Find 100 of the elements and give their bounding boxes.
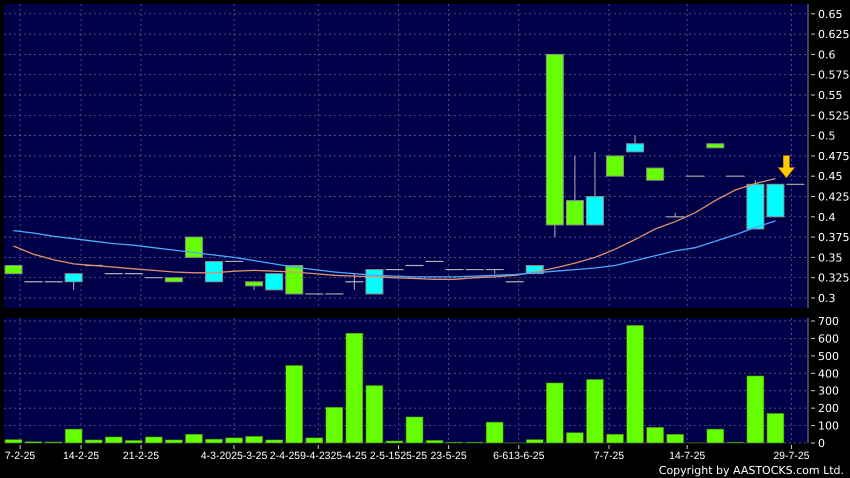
volume-bar: [165, 440, 183, 444]
axis-label: 0.575: [818, 68, 850, 82]
volume-bar: [386, 440, 404, 444]
axis-label: 0.375: [818, 231, 850, 244]
candlestick: [64, 273, 83, 290]
volume-bar: [64, 428, 82, 444]
down-arrow-icon: [778, 155, 796, 178]
volume-bar: [766, 413, 784, 444]
date-label: 14-2-25: [62, 450, 100, 462]
candlestick: [4, 265, 22, 274]
date-label: 2-4-259-4-2325-4-25: [270, 450, 367, 462]
volume-bar: [305, 437, 324, 444]
axis-label: 400: [818, 367, 839, 380]
candlestick: [666, 212, 684, 218]
candlestick: [345, 273, 364, 290]
axis-label: 0.325: [818, 272, 850, 285]
date-label: 7-2-25: [4, 450, 36, 462]
axis-label: 0.3: [818, 292, 836, 305]
volume-bar: [4, 439, 22, 444]
volume-bar: [145, 436, 163, 444]
volume-bar: [586, 379, 604, 444]
candlestick: [104, 273, 123, 274]
candlestick: [766, 184, 784, 218]
candlestick: [726, 176, 744, 177]
date-label: 29-7-25: [773, 450, 810, 462]
volume-bar: [406, 416, 424, 444]
candlestick: [265, 273, 284, 290]
volume-bar: [125, 440, 143, 444]
axis-label: 0.65: [818, 8, 842, 21]
volume-bar: [546, 382, 564, 444]
candlestick: [124, 273, 143, 274]
candlestick: [225, 260, 244, 262]
axis-label: 0.475: [818, 150, 850, 163]
candlestick: [646, 168, 664, 181]
axis-label: 0: [818, 437, 825, 450]
volume-bar: [84, 440, 102, 444]
volume-bar: [225, 437, 243, 444]
candlestick: [144, 277, 163, 278]
axis-label: 0.625: [818, 28, 850, 42]
candlestick: [44, 281, 63, 282]
volume-bar: [666, 434, 684, 444]
date-label: 23-5-25: [430, 450, 467, 462]
date-label: 4-3-2025-3-25: [200, 450, 268, 462]
volume-bar: [706, 428, 724, 444]
candlestick: [406, 264, 424, 266]
candlestick: [626, 135, 644, 152]
axis-label: 200: [818, 402, 839, 416]
candlestick: [606, 155, 624, 177]
candlestick: [506, 281, 524, 282]
candlestick: [305, 293, 324, 295]
volume-bar: [245, 436, 263, 444]
volume-bar: [205, 438, 223, 444]
volume-bar: [366, 385, 384, 444]
candlestick: [706, 143, 724, 148]
date-label: 14-7-25: [669, 450, 706, 462]
date-label: 6-613-6-25: [493, 450, 544, 462]
candlestick: [84, 264, 103, 266]
candlestick: [164, 277, 183, 282]
candlestick: [365, 269, 384, 294]
volume-bar: [646, 427, 664, 444]
volume-bar: [326, 406, 344, 444]
volume-bar: [104, 436, 123, 444]
copyright-text: Copyright by AASTOCKS.com Ltd.: [658, 464, 844, 476]
date-label: 21-2-25: [122, 450, 160, 462]
volume-bar: [24, 441, 42, 444]
axis-label: 0.45: [818, 170, 842, 184]
volume-bar: [185, 434, 203, 444]
axis-label: 300: [818, 384, 839, 398]
volume-bar: [566, 432, 584, 444]
volume-bar: [486, 422, 504, 444]
axis-label: 700: [818, 315, 839, 328]
volume-bar: [265, 440, 283, 444]
candlestick: [24, 281, 43, 282]
candlestick: [446, 268, 464, 270]
axis-label: 0.6: [818, 48, 836, 62]
date-label: 7-7-25: [594, 450, 624, 462]
candlestick: [285, 265, 304, 294]
candlestick: [325, 293, 344, 295]
volume-bar: [746, 376, 764, 444]
volume-bar: [606, 434, 624, 444]
date-label: 2-5-1525-25: [370, 450, 428, 462]
axis-label: 0.5: [818, 130, 836, 143]
candlestick: [426, 260, 444, 262]
axis-label: 100: [818, 420, 839, 433]
candlestick: [686, 176, 704, 177]
candlestick: [385, 268, 404, 270]
candlestick: [486, 268, 504, 274]
axis-label: 0.4: [818, 210, 836, 224]
axis-label: 500: [818, 350, 839, 363]
candlestick: [746, 180, 764, 230]
volume-bar: [526, 439, 544, 444]
candlestick: [245, 281, 264, 290]
candlestick: [786, 184, 804, 185]
candlestick: [566, 155, 584, 226]
axis-label: 0.55: [818, 89, 842, 102]
axis-label: 0.525: [818, 109, 850, 122]
candlestick: [466, 268, 484, 270]
axis-label: 0.35: [818, 251, 842, 264]
candlestick: [184, 236, 203, 258]
axis-label: 600: [818, 332, 839, 346]
